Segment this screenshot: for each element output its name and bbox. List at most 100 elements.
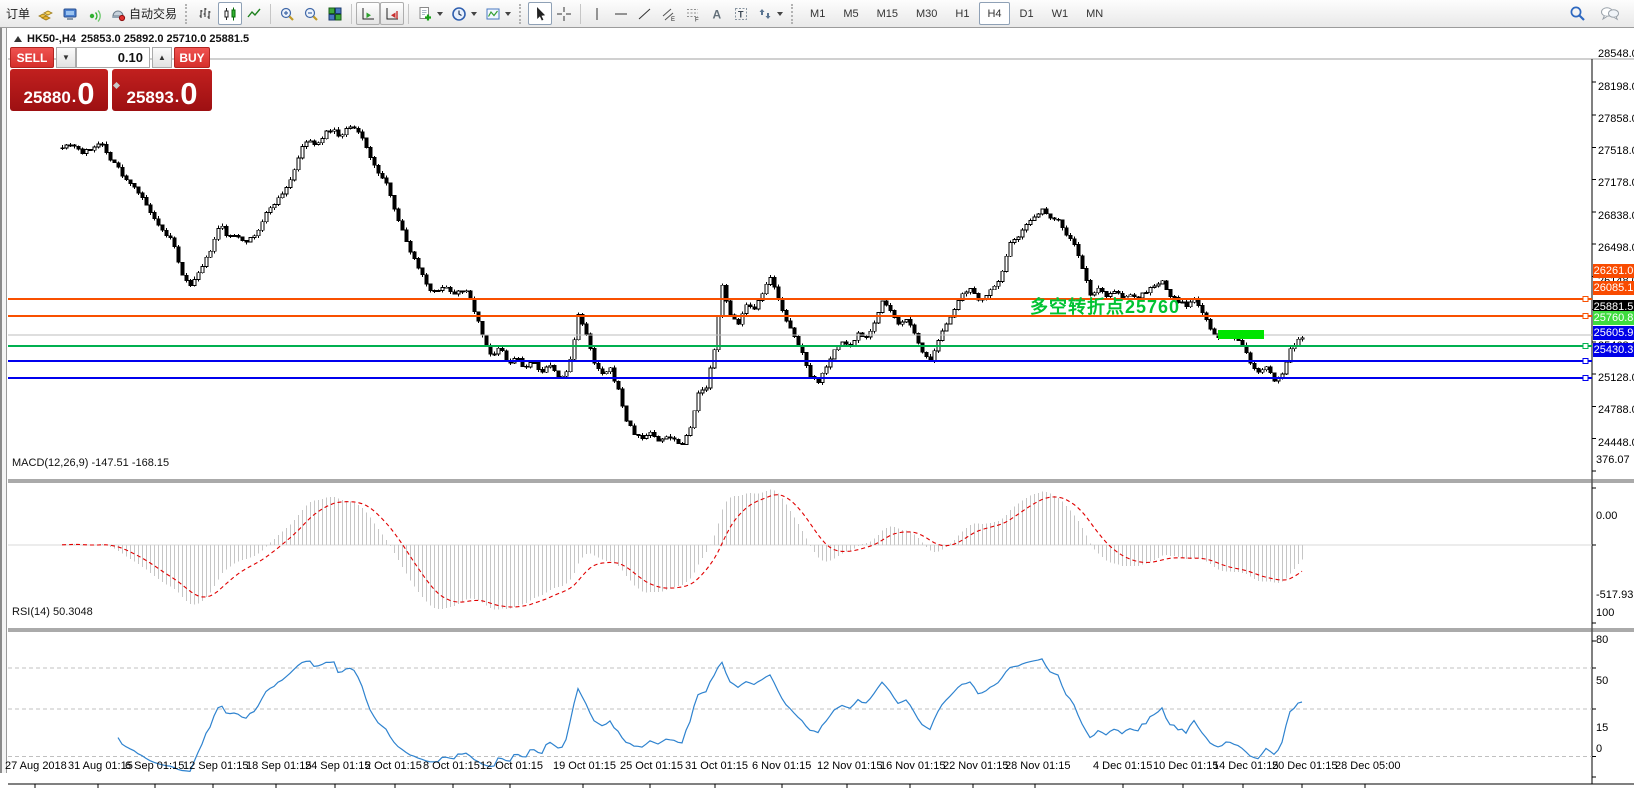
timeframe-group: M1 M5 M15 M30 H1 H4 D1 W1 MN [802, 2, 1111, 25]
vertical-line-button[interactable] [585, 2, 609, 25]
time-axis-ticks [34, 784, 1366, 788]
timeframe-mn[interactable]: MN [1078, 2, 1111, 25]
indicators-dropdown[interactable] [481, 2, 515, 25]
pivot-annotation-text[interactable]: 多空转折点25760 [1030, 293, 1180, 319]
rsi-layer [8, 640, 1596, 778]
text-label-button[interactable]: T [729, 2, 753, 25]
fibonacci-button[interactable]: F [681, 2, 705, 25]
one-click-trading-panel: SELL ▼ 0.10 ▲ BUY 25880. 0 25893. 0 [10, 47, 212, 111]
toolbar-separator [408, 3, 410, 24]
sell-price-int: 25880 [23, 88, 71, 107]
svg-text:A: A [713, 7, 722, 21]
sell-price-box[interactable]: 25880. 0 [10, 69, 108, 111]
auto-scroll-icon [384, 6, 400, 22]
vertical-line-icon [589, 6, 605, 22]
text-a-icon: A [709, 6, 725, 22]
volume-decrease-button[interactable]: ▼ [56, 47, 76, 68]
cursor-button[interactable] [528, 2, 553, 25]
signal-icon [86, 6, 102, 22]
terminal-icon [62, 6, 78, 22]
buy-price-dot: . [174, 89, 180, 106]
zoom-out-button[interactable] [299, 2, 323, 25]
arrows-icon [757, 6, 773, 22]
new-order-button[interactable]: 订单 [2, 2, 34, 25]
sell-price-dot: . [71, 89, 77, 106]
pane-frames [8, 58, 1634, 785]
new-order-dropdown[interactable] [413, 2, 447, 25]
price-line-label-resistance[interactable]: 26085.1 [1593, 280, 1634, 295]
pivot-highlight-bar[interactable] [1218, 330, 1264, 339]
toolbar: 订单 自动交易 E F A T M1 M5 M15 M30 H1 H4 D1 W1 MN [0, 0, 1634, 28]
toolbar-drag-handle [791, 3, 796, 24]
indicators-icon [485, 6, 501, 22]
macd-layer [8, 487, 1596, 624]
gold-bars-icon [38, 6, 54, 22]
chat-icon [1600, 5, 1620, 22]
timeframe-d1[interactable]: D1 [1012, 2, 1042, 25]
bar-chart-button[interactable] [194, 2, 218, 25]
chat-button[interactable] [1596, 2, 1624, 25]
candlestick-chart-button[interactable] [218, 2, 243, 25]
toolbar-separator [270, 3, 272, 24]
toolbar-drag-handle [519, 3, 524, 24]
search-button[interactable] [1565, 2, 1590, 25]
tile-windows-icon [327, 6, 343, 22]
text-label-icon: T [733, 6, 749, 22]
auto-scroll-button[interactable] [380, 2, 405, 25]
autotrade-hat-icon [110, 6, 126, 22]
buy-button[interactable]: BUY [174, 47, 210, 68]
caret-down-icon [505, 11, 512, 16]
price-line-label-resistance[interactable]: 26261.0 [1593, 263, 1634, 278]
tile-windows-button[interactable] [323, 2, 347, 25]
timeframe-w1[interactable]: W1 [1044, 2, 1077, 25]
volume-input[interactable]: 0.10 [76, 47, 150, 68]
timeframe-m30[interactable]: M30 [908, 2, 945, 25]
horizontal-line-button[interactable] [609, 2, 633, 25]
price-line-label-support[interactable]: 25605.9 [1593, 326, 1634, 341]
toolbar-separator [580, 3, 582, 24]
buy-price-int: 25893 [126, 88, 174, 107]
timeframe-m15[interactable]: M15 [869, 2, 906, 25]
timeframe-m1[interactable]: M1 [802, 2, 833, 25]
line-handle [1582, 375, 1589, 381]
zoom-in-button[interactable] [275, 2, 299, 25]
chart-canvas[interactable] [0, 28, 1634, 801]
line-handle [1582, 296, 1589, 302]
candlestick-chart-icon [222, 6, 238, 22]
volume-increase-button[interactable]: ▲ [152, 47, 172, 68]
signal-button[interactable] [82, 2, 106, 25]
timeframe-m5[interactable]: M5 [835, 2, 866, 25]
toolbar-separator [351, 3, 353, 24]
gold-bars-button[interactable] [34, 2, 58, 25]
equidistant-channel-button[interactable]: E [657, 2, 681, 25]
zoom-in-icon [279, 6, 295, 22]
caret-down-icon [471, 11, 478, 16]
sell-button[interactable]: SELL [10, 47, 54, 68]
arrows-dropdown[interactable] [753, 2, 787, 25]
period-clock-icon [451, 6, 467, 22]
period-clock-dropdown[interactable] [447, 2, 481, 25]
shift-chart-button[interactable] [356, 2, 381, 25]
trendline-button[interactable] [633, 2, 657, 25]
svg-text:T: T [738, 9, 744, 19]
trendline-icon [637, 6, 653, 22]
rsi-line [117, 658, 1303, 772]
svg-text:F: F [695, 17, 699, 22]
timeframe-h1[interactable]: H1 [947, 2, 977, 25]
shift-chart-icon [360, 6, 376, 22]
timeframe-h4[interactable]: H4 [979, 2, 1010, 25]
crosshair-button[interactable] [552, 2, 576, 25]
fibonacci-icon: F [685, 6, 701, 22]
line-chart-button[interactable] [242, 2, 266, 25]
price-line-label-support[interactable]: 25430.3 [1593, 342, 1634, 357]
chart-window[interactable] [0, 28, 1634, 788]
autotrade-label: 自动交易 [129, 7, 178, 21]
buy-price-box[interactable]: 25893. 0 [112, 69, 212, 111]
autotrade-button[interactable]: 自动交易 [106, 2, 181, 25]
price-line-label-pivot[interactable]: 25760.8 [1593, 311, 1634, 326]
new-order-doc-icon [417, 6, 433, 22]
text-button[interactable]: A [705, 2, 729, 25]
search-icon [1569, 5, 1586, 22]
terminal-button[interactable] [58, 2, 82, 25]
cursor-icon [532, 6, 548, 22]
